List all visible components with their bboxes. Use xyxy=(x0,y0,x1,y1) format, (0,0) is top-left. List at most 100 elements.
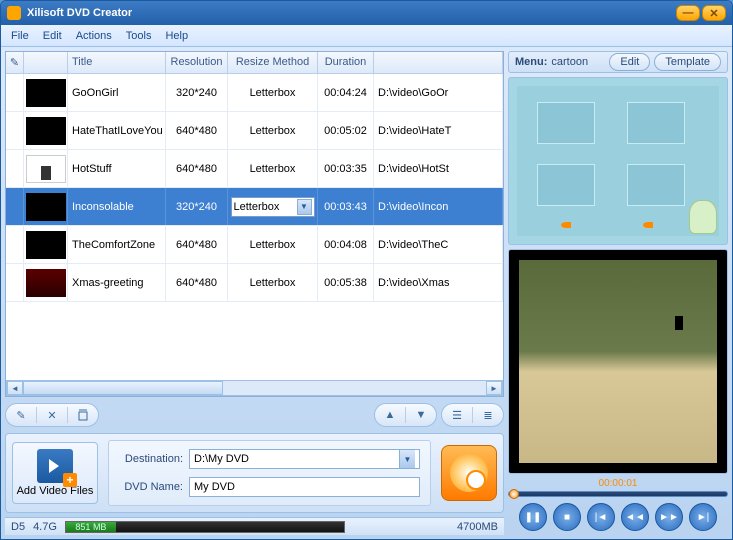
cell-title: TheComfortZone xyxy=(68,226,166,263)
horizontal-scrollbar[interactable]: ◄ ► xyxy=(6,380,503,396)
view-details-button[interactable]: ≣ xyxy=(479,406,497,424)
titlebar: Xilisoft DVD Creator — ✕ xyxy=(1,1,732,25)
cell-duration: 00:03:43 xyxy=(318,188,374,225)
menu-file[interactable]: File xyxy=(11,30,29,42)
scroll-left-icon[interactable]: ◄ xyxy=(7,381,23,395)
edit-item-button[interactable]: ✎ xyxy=(12,406,30,424)
add-files-icon xyxy=(37,449,73,483)
destination-label: Destination: xyxy=(119,453,183,465)
video-thumbnail xyxy=(26,155,66,183)
col-duration[interactable]: Duration xyxy=(318,52,374,73)
cell-title: GoOnGirl xyxy=(68,74,166,111)
video-grid: ✎ Title Resolution Resize Method Duratio… xyxy=(5,51,504,397)
menu-edit-button[interactable]: Edit xyxy=(609,53,650,71)
cell-resolution: 640*480 xyxy=(166,226,228,263)
cell-title: HotStuff xyxy=(68,150,166,187)
table-row[interactable]: GoOnGirl320*240Letterbox00:04:24D:\video… xyxy=(6,74,503,112)
cell-duration: 00:05:38 xyxy=(318,264,374,301)
table-row[interactable]: Inconsolable320*240Letterbox▼00:03:43D:\… xyxy=(6,188,503,226)
cell-title: Inconsolable xyxy=(68,188,166,225)
menu-edit[interactable]: Edit xyxy=(43,30,62,42)
forward-button[interactable]: ►► xyxy=(655,503,683,531)
video-thumbnail xyxy=(26,193,66,221)
cell-resize: Letterbox xyxy=(228,264,318,301)
cell-path: D:\video\GoOr xyxy=(374,74,503,111)
disc-total: 4700MB xyxy=(457,521,498,533)
dvd-menu-preview[interactable] xyxy=(508,77,728,245)
scroll-right-icon[interactable]: ► xyxy=(486,381,502,395)
window-title: Xilisoft DVD Creator xyxy=(27,7,676,19)
destination-dropdown[interactable]: D:\My DVD ▼ xyxy=(189,449,420,469)
cell-resize: Letterbox xyxy=(228,150,318,187)
table-row[interactable]: TheComfortZone640*480Letterbox00:04:08D:… xyxy=(6,226,503,264)
cell-path: D:\video\Xmas xyxy=(374,264,503,301)
cell-resolution: 640*480 xyxy=(166,264,228,301)
cell-duration: 00:04:24 xyxy=(318,74,374,111)
col-resolution[interactable]: Resolution xyxy=(166,52,228,73)
menu-actions[interactable]: Actions xyxy=(76,30,112,42)
remove-item-button[interactable]: ✕ xyxy=(43,406,61,424)
rewind-button[interactable]: ◄◄ xyxy=(621,503,649,531)
burn-button[interactable] xyxy=(441,445,497,501)
cell-duration: 00:05:02 xyxy=(318,112,374,149)
col-title[interactable]: Title xyxy=(68,52,166,73)
prev-button[interactable]: |◄ xyxy=(587,503,615,531)
cell-resolution: 320*240 xyxy=(166,188,228,225)
move-down-button[interactable]: ▼ xyxy=(412,406,430,424)
output-panel: Add Video Files Destination: D:\My DVD ▼… xyxy=(5,433,504,513)
playback-time: 00:00:01 xyxy=(508,478,728,489)
resize-method-dropdown[interactable]: Letterbox▼ xyxy=(231,197,315,217)
cell-path: D:\video\TheC xyxy=(374,226,503,263)
chevron-down-icon: ▼ xyxy=(297,199,312,215)
mascot-icon xyxy=(689,200,717,234)
menu-help[interactable]: Help xyxy=(165,30,188,42)
dvd-name-input[interactable]: My DVD xyxy=(189,477,420,497)
next-button[interactable]: ►| xyxy=(689,503,717,531)
menu-slot xyxy=(627,164,685,206)
cell-path: D:\video\Incon xyxy=(374,188,503,225)
disc-usage-bar: 851 MB xyxy=(65,521,345,533)
cell-resolution: 640*480 xyxy=(166,112,228,149)
disc-usage-fill: 851 MB xyxy=(66,522,116,532)
menu-template-button[interactable]: Template xyxy=(654,53,721,71)
table-row[interactable]: Xmas-greeting640*480Letterbox00:05:38D:\… xyxy=(6,264,503,302)
menu-label: Menu: xyxy=(515,56,547,68)
minimize-button[interactable]: — xyxy=(676,5,700,21)
move-up-button[interactable]: ▲ xyxy=(381,406,399,424)
scroll-thumb[interactable] xyxy=(23,381,223,395)
menu-name: cartoon xyxy=(551,56,588,68)
pencil-icon[interactable]: ✎ xyxy=(6,52,24,73)
seek-bar[interactable] xyxy=(508,491,728,497)
menu-slot xyxy=(537,164,595,206)
video-thumbnail xyxy=(26,269,66,297)
cell-title: HateThatILoveYou xyxy=(68,112,166,149)
menubar: File Edit Actions Tools Help xyxy=(1,25,732,47)
disc-type: D5 xyxy=(11,521,25,533)
stop-button[interactable]: ■ xyxy=(553,503,581,531)
app-icon xyxy=(7,6,21,20)
disc-size: 4.7G xyxy=(33,521,57,533)
video-thumbnail xyxy=(26,231,66,259)
fish-icon xyxy=(643,222,653,228)
col-resize[interactable]: Resize Method xyxy=(228,52,318,73)
menu-tools[interactable]: Tools xyxy=(126,30,152,42)
table-row[interactable]: HateThatILoveYou640*480Letterbox00:05:02… xyxy=(6,112,503,150)
cell-resolution: 320*240 xyxy=(166,74,228,111)
menu-panel-header: Menu: cartoon Edit Template xyxy=(508,51,728,73)
cell-path: D:\video\HateT xyxy=(374,112,503,149)
app-window: Xilisoft DVD Creator — ✕ File Edit Actio… xyxy=(0,0,733,540)
pause-button[interactable]: ❚❚ xyxy=(519,503,547,531)
close-button[interactable]: ✕ xyxy=(702,5,726,21)
delete-item-button[interactable] xyxy=(74,406,92,424)
cell-duration: 00:03:35 xyxy=(318,150,374,187)
video-player[interactable] xyxy=(508,249,728,474)
add-video-files-button[interactable]: Add Video Files xyxy=(12,442,98,504)
seek-knob[interactable] xyxy=(509,489,519,499)
cell-resolution: 640*480 xyxy=(166,150,228,187)
cell-path: D:\video\HotSt xyxy=(374,150,503,187)
video-thumbnail xyxy=(26,79,66,107)
grid-header: ✎ Title Resolution Resize Method Duratio… xyxy=(6,52,503,74)
fish-icon xyxy=(561,222,571,228)
view-list-button[interactable]: ☰ xyxy=(448,406,466,424)
table-row[interactable]: HotStuff640*480Letterbox00:03:35D:\video… xyxy=(6,150,503,188)
